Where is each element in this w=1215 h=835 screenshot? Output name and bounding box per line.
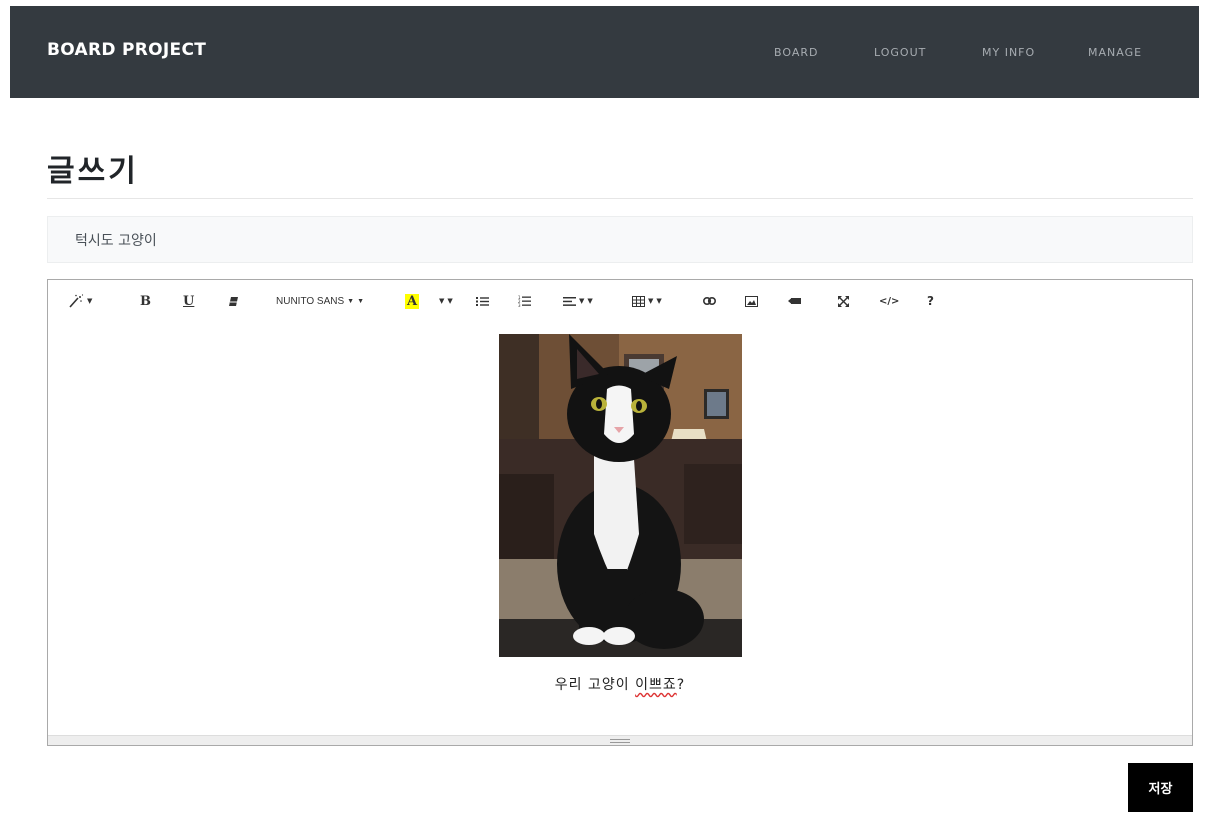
color-letter: A	[405, 293, 420, 309]
page-title: 글쓰기	[47, 154, 139, 189]
cat-photo-illustration	[499, 334, 742, 657]
eraser-icon	[229, 296, 238, 306]
paragraph-align-button[interactable]: ▼ ▼	[563, 292, 593, 310]
chevron-down-icon: ▼	[648, 297, 654, 305]
bold-button[interactable]: B	[140, 292, 151, 310]
chevron-down-icon: ▼	[87, 297, 93, 305]
svg-text:3: 3	[518, 303, 521, 307]
chevron-down-icon: ▼	[447, 297, 453, 305]
table-icon	[632, 295, 645, 307]
clear-format-button[interactable]	[228, 292, 239, 310]
fullscreen-button[interactable]	[838, 292, 849, 310]
color-dropdown-button[interactable]: ▼ ▼	[436, 292, 453, 310]
editor-resize-handle[interactable]	[48, 735, 1192, 745]
chevron-down-icon: ▼	[587, 297, 593, 305]
picture-icon	[745, 295, 758, 307]
chevron-down-icon: ▼	[347, 297, 355, 305]
unordered-list-icon	[476, 296, 489, 306]
top-navbar: BOARD PROJECT BOARD LOGOUT MY INFO MANAG…	[10, 6, 1199, 98]
tuxedo-cat-photo[interactable]	[499, 334, 742, 657]
chevron-down-icon: ▼	[357, 297, 365, 305]
align-icon	[563, 296, 576, 306]
nav-link-board[interactable]: BOARD	[774, 46, 818, 59]
divider	[47, 198, 1193, 199]
unordered-list-button[interactable]	[476, 292, 489, 310]
grip-icon	[610, 739, 630, 743]
table-button[interactable]: ▼ ▼	[632, 292, 662, 310]
font-family-label: NUNITO SANS	[276, 295, 345, 307]
font-family-dropdown[interactable]: NUNITO SANS ▼ ▼	[276, 292, 364, 310]
rich-text-editor: ▼ B U NUNITO SANS ▼ ▼ A ▼ ▼ 1 2 3 ▼ ▼ ▼ …	[47, 279, 1193, 746]
chevron-down-icon: ▼	[656, 297, 662, 305]
insert-video-button[interactable]	[788, 292, 801, 310]
chevron-down-icon: ▼	[579, 297, 585, 305]
caption-misspelled-word: 이쁘죠	[635, 677, 677, 693]
nav-link-my-info[interactable]: MY INFO	[982, 46, 1035, 59]
style-dropdown-button[interactable]: ▼	[68, 292, 92, 310]
insert-picture-button[interactable]	[745, 292, 758, 310]
nav-link-logout[interactable]: LOGOUT	[874, 46, 926, 59]
editor-toolbar: ▼ B U NUNITO SANS ▼ ▼ A ▼ ▼ 1 2 3 ▼ ▼ ▼ …	[48, 280, 1192, 324]
caption-suffix: ?	[676, 677, 686, 693]
help-button[interactable]: ?	[927, 292, 934, 310]
nav-link-manage[interactable]: MANAGE	[1088, 46, 1142, 59]
magic-wand-icon	[69, 294, 84, 308]
chevron-down-icon: ▼	[439, 297, 445, 305]
underline-button[interactable]: U	[183, 292, 194, 310]
nav-links: BOARD LOGOUT MY INFO MANAGE	[10, 46, 1199, 62]
ordered-list-icon: 1 2 3	[518, 295, 531, 307]
video-icon	[788, 298, 801, 304]
caption-text: 우리 고양이	[554, 677, 636, 693]
link-icon	[703, 297, 716, 305]
ordered-list-button[interactable]: 1 2 3	[518, 292, 531, 310]
code-view-button[interactable]: </>	[879, 292, 899, 310]
post-caption[interactable]: 우리 고양이 이쁘죠?	[48, 674, 1192, 694]
font-color-button[interactable]: A	[405, 292, 420, 310]
save-button[interactable]: 저장	[1128, 763, 1193, 812]
fullscreen-icon	[838, 295, 849, 307]
post-title-input[interactable]	[47, 216, 1193, 263]
editor-content-area[interactable]: 우리 고양이 이쁘죠?	[48, 324, 1192, 736]
insert-link-button[interactable]	[703, 292, 716, 310]
